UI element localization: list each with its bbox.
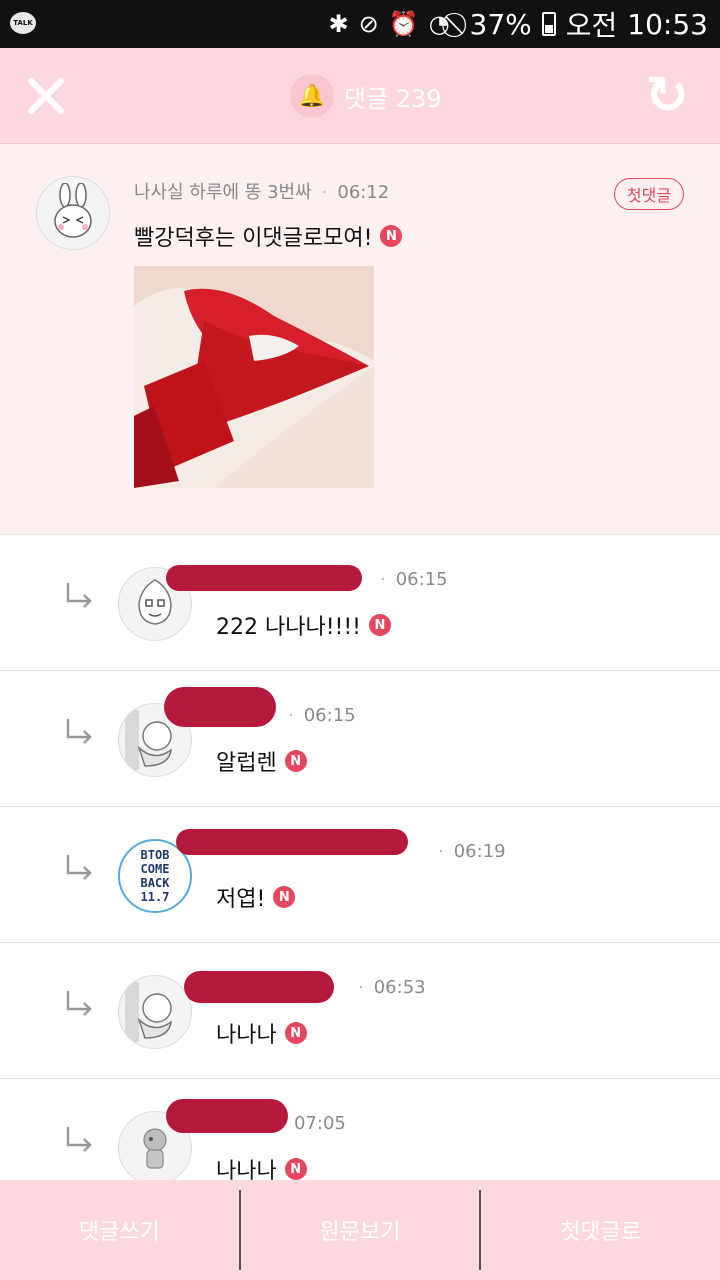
reply-arrow-icon [66, 991, 92, 1016]
comment-meta: · 06:15 [380, 569, 448, 590]
reply-item[interactable]: · 06:15 알럽렌 N [0, 671, 720, 807]
wifi-icon: ◔ [428, 10, 450, 38]
new-badge: N [284, 1158, 307, 1180]
comment-text: 알럽렌 N [216, 745, 307, 777]
redacted-username [176, 829, 408, 855]
new-badge: N [284, 1022, 307, 1044]
avatar-text: BTOB COME BACK 11.7 [140, 848, 170, 904]
redacted-username [166, 1099, 288, 1133]
battery-percent: 37% [469, 7, 532, 41]
comment-time: 06:12 [337, 182, 390, 203]
header-title: 🔔 댓글 239 [290, 74, 442, 118]
reply-arrow-icon [66, 1127, 92, 1152]
comment-time: 06:15 [303, 705, 356, 726]
status-indicators: ✱ ⊘ ⏰ ◔ ⃠ 37% 오전 10:53 [328, 0, 708, 48]
comments-header: 🔔 댓글 239 ↻ [0, 48, 720, 144]
alarm-icon: ⏰ [388, 10, 419, 38]
comment-text: 빨강덕후는 이댓글로모여! N [134, 220, 403, 252]
refresh-button[interactable]: ↻ [642, 70, 692, 122]
vibrate-mute-icon: ⊘ [358, 10, 379, 38]
avatar[interactable] [36, 176, 110, 250]
comment-body: 빨강덕후는 이댓글로모여! [134, 226, 373, 251]
clock: 10:53 [627, 7, 708, 41]
redacted-username [166, 565, 362, 591]
comment-meta: 나사실 하루에 똥 3번싸 · 06:12 [134, 182, 390, 203]
comment-time: 07:05 [294, 1113, 346, 1134]
comment-meta: 07:05 [294, 1113, 346, 1134]
author-name[interactable]: 나사실 하루에 똥 3번싸 [134, 182, 312, 203]
comment-text: 저엽! N [216, 881, 296, 913]
first-comment-badge: 첫댓글 [614, 178, 684, 210]
view-original-button[interactable]: 원문보기 [241, 1180, 480, 1280]
new-badge: N [273, 886, 296, 908]
comment-meta: · 06:19 [438, 841, 506, 862]
red-lips-image [134, 266, 374, 488]
comment-meta: · 06:15 [288, 705, 356, 726]
comment-meta: · 06:53 [358, 977, 426, 998]
comment-text: 나나나 N [216, 1017, 307, 1049]
comment-body: 222 나나나!!!! [216, 615, 361, 640]
comment-body: 나나나 [216, 1023, 277, 1048]
comment-image[interactable] [134, 266, 374, 488]
reply-item[interactable]: · 06:53 나나나 N [0, 943, 720, 1079]
comment-body: 저엽! [216, 887, 266, 912]
comment-body: 알럽렌 [216, 751, 277, 776]
bottom-action-bar: 댓글쓰기 원문보기 첫댓글로 [0, 1180, 720, 1280]
comment-time: 06:15 [395, 569, 448, 590]
comment-count-title: 댓글 239 [344, 84, 442, 113]
go-to-first-comment-button[interactable]: 첫댓글로 [481, 1180, 720, 1280]
new-badge: N [368, 614, 391, 636]
comment-time: 06:53 [373, 977, 426, 998]
bell-icon[interactable]: 🔔 [290, 74, 334, 118]
main-comment: 나사실 하루에 똥 3번싸 · 06:12 첫댓글 빨강덕후는 이댓글로모여! N [0, 144, 720, 535]
comment-text: 222 나나나!!!! N [216, 609, 391, 641]
write-comment-button[interactable]: 댓글쓰기 [0, 1180, 239, 1280]
close-button[interactable] [22, 72, 70, 120]
reply-arrow-icon [66, 583, 92, 608]
bluetooth-icon: ✱ [328, 10, 349, 38]
reply-arrow-icon [66, 855, 92, 880]
status-bar: TALK ✱ ⊘ ⏰ ◔ ⃠ 37% 오전 10:53 [0, 0, 720, 48]
ampm: 오전 [565, 9, 618, 42]
rabbit-avatar-icon [54, 183, 92, 238]
kakaotalk-notification-icon: TALK [10, 12, 36, 34]
redacted-username [184, 971, 334, 1003]
reply-item[interactable]: BTOB COME BACK 11.7 · 06:19 저엽! N [0, 807, 720, 943]
new-badge: N [380, 225, 403, 247]
redacted-username [164, 687, 276, 727]
peeking-character-avatar-icon [125, 982, 172, 1042]
comment-time: 06:19 [453, 841, 506, 862]
new-badge: N [284, 750, 307, 772]
refresh-icon: ↻ [645, 66, 689, 126]
battery-icon [541, 12, 556, 36]
reply-arrow-icon [66, 719, 92, 744]
reply-item[interactable]: · 06:15 222 나나나!!!! N [0, 535, 720, 671]
avatar[interactable] [118, 975, 192, 1049]
